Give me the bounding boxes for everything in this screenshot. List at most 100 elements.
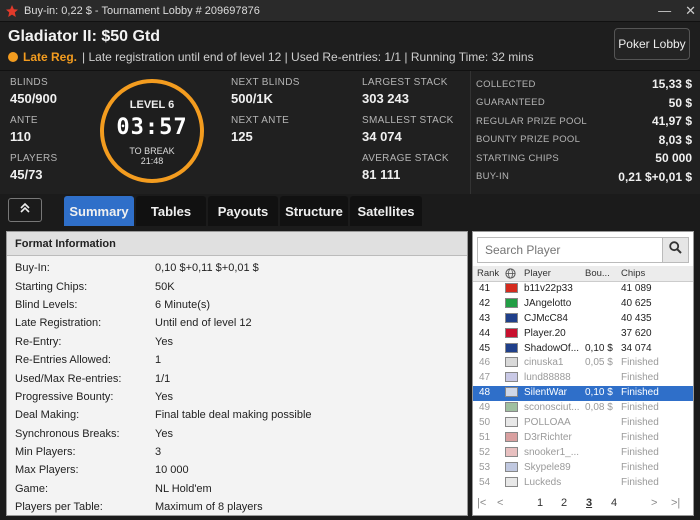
page-4[interactable]: 4 <box>611 497 617 509</box>
country-flag-icon <box>505 431 518 442</box>
tab-payouts[interactable]: Payouts <box>208 196 278 226</box>
format-value: Maximum of 8 players <box>155 501 263 514</box>
blinds-label: BLINDS <box>10 77 48 88</box>
col-rank[interactable]: Rank <box>477 268 499 279</box>
player-row[interactable]: 51 D3rRichter Finished <box>473 431 693 446</box>
player-row[interactable]: 48 SilentWar 0,10 $ Finished <box>473 386 693 402</box>
format-row: Max Players: 10 000 <box>7 461 467 479</box>
players-label: PLAYERS <box>10 153 58 164</box>
player-row[interactable]: 43 CJMcC84 40 435 <box>473 312 693 327</box>
pagination: |< < 1 2 3 4 > >| <box>473 494 693 514</box>
smallest-stack-value: 34 074 <box>362 129 402 144</box>
smallest-stack-label: SMALLEST STACK <box>362 115 454 126</box>
collapse-button[interactable] <box>8 198 42 222</box>
player-name: JAngelotto <box>524 297 572 309</box>
format-row: Re-Entry: Yes <box>7 333 467 351</box>
prev-page-button[interactable]: < <box>497 497 503 509</box>
average-stack-value: 81 111 <box>362 167 401 182</box>
tab-satellites[interactable]: Satellites <box>350 196 422 226</box>
player-chips: Finished <box>621 357 659 369</box>
format-row: Blind Levels: 6 Minute(s) <box>7 296 467 314</box>
tab-summary[interactable]: Summary <box>64 196 134 226</box>
page-1[interactable]: 1 <box>537 497 543 509</box>
format-value: Yes <box>155 427 173 440</box>
prize-row: BUY-IN 0,21 $+0,01 $ <box>471 168 700 187</box>
format-value: 1 <box>155 354 162 367</box>
player-chips: 34 074 <box>621 342 652 354</box>
format-row: Players per Table: Maximum of 8 players <box>7 498 467 516</box>
format-key: Used/Max Re-entries: <box>15 372 122 385</box>
last-page-button[interactable]: >| <box>671 497 680 509</box>
chevron-double-up-icon <box>18 201 32 220</box>
title-bar: Buy-in: 0,22 $ - Tournament Lobby # 2096… <box>0 0 700 22</box>
close-button[interactable]: ✕ <box>685 3 696 19</box>
players-list: 41 b11v22p33 41 089 42 JAngelotto 40 625 43 CJM… <box>473 282 693 490</box>
player-name: b11v22p33 <box>524 283 573 294</box>
player-name: SilentWar <box>524 387 567 399</box>
players-panel: Rank Player Bou... Chips 41b11v22p3341 0… <box>472 231 694 516</box>
level-label: LEVEL 6 <box>129 99 175 111</box>
col-player[interactable]: Player <box>524 268 551 279</box>
player-row[interactable]: 54 Luckeds Finished <box>473 476 693 491</box>
tournament-header: Gladiator II: $50 Gtd Late Reg. | Late r… <box>0 22 700 70</box>
search-button[interactable] <box>662 238 688 262</box>
first-page-button[interactable]: |< <box>477 497 486 509</box>
format-key: Progressive Bounty: <box>15 390 114 403</box>
country-flag-icon <box>505 312 518 323</box>
page-3[interactable]: 3 <box>586 497 592 509</box>
prize-row: STARTING CHIPS 50 000 <box>471 149 700 168</box>
tab-tables[interactable]: Tables <box>136 196 206 226</box>
format-key: Deal Making: <box>15 409 80 422</box>
col-bounty[interactable]: Bou... <box>585 268 610 279</box>
player-row[interactable]: 53 Skypele89 Finished <box>473 461 693 476</box>
poker-lobby-button[interactable]: Poker Lobby <box>614 28 690 60</box>
player-row[interactable]: 45 ShadowOf... 0,10 $ 34 074 <box>473 342 693 357</box>
player-rank: 54 <box>479 476 491 488</box>
largest-stack-value: 303 243 <box>362 91 409 106</box>
player-bounty: 0,10 $ <box>585 342 613 354</box>
player-name: CJMcC84 <box>524 312 568 324</box>
player-row[interactable]: 50 POLLOAA Finished <box>473 416 693 431</box>
player-chips: Finished <box>621 387 659 399</box>
format-key: Starting Chips: <box>15 280 88 293</box>
to-break-value: 21:48 <box>140 156 164 166</box>
search-icon <box>669 241 682 259</box>
country-flag-icon <box>505 461 518 472</box>
format-row: Used/Max Re-entries: 1/1 <box>7 369 467 387</box>
search-player-input[interactable] <box>478 238 662 262</box>
player-row[interactable]: 41 b11v22p33 41 089 <box>473 282 693 297</box>
player-name: snooker1_... <box>524 446 580 458</box>
ante-value: 110 <box>10 129 31 144</box>
tab-structure[interactable]: Structure <box>280 196 348 226</box>
player-row[interactable]: 44 Player.20 37 620 <box>473 327 693 342</box>
ante-label: ANTE <box>10 115 38 126</box>
tab-bar: Summary Tables Payouts Structure Satelli… <box>0 194 700 228</box>
player-row[interactable]: 49 sconosciut... 0,08 $ Finished <box>473 401 693 416</box>
globe-icon[interactable] <box>505 268 516 282</box>
col-chips[interactable]: Chips <box>621 268 645 279</box>
page-2[interactable]: 2 <box>561 497 567 509</box>
country-flag-icon <box>505 476 518 487</box>
player-row[interactable]: 42 JAngelotto 40 625 <box>473 297 693 312</box>
prize-panel: COLLECTED 15,33 $ GUARANTEED 50 $ REGULAR … <box>470 71 700 195</box>
pokerstars-logo-icon <box>6 4 18 17</box>
format-info-panel: Format Information Buy-In: 0,10 $+0,11 $+… <box>6 231 468 516</box>
player-chips: Finished <box>621 446 659 458</box>
tournament-details: | Late registration until end of level 1… <box>82 50 534 64</box>
format-value: 50K <box>155 280 175 293</box>
format-key: Buy-In: <box>15 262 50 275</box>
minimize-button[interactable]: — <box>658 3 671 19</box>
average-stack-label: AVERAGE STACK <box>362 153 449 164</box>
late-reg-label: Late Reg. <box>23 50 78 64</box>
player-rank: 48 <box>479 387 491 399</box>
player-row[interactable]: 52 snooker1_... Finished <box>473 446 693 461</box>
next-page-button[interactable]: > <box>651 497 657 509</box>
player-name: cinuska1 <box>524 357 564 369</box>
player-name: D3rRichter <box>524 431 572 443</box>
next-ante-value: 125 <box>231 129 253 144</box>
player-name: Skypele89 <box>524 461 571 473</box>
next-blinds-label: NEXT BLINDS <box>231 77 300 88</box>
player-row[interactable]: 46 cinuska1 0,05 $ Finished <box>473 356 693 371</box>
player-row[interactable]: 47 lund88888 Finished <box>473 371 693 386</box>
format-key: Min Players: <box>15 446 76 459</box>
